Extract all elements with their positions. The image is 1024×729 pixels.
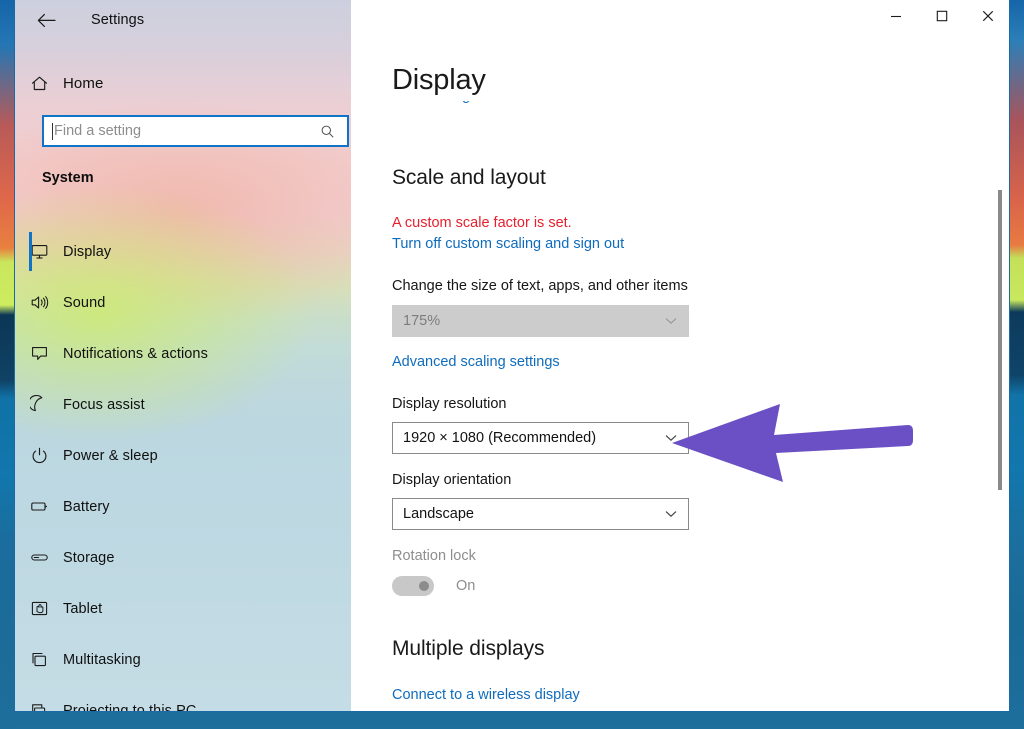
drive-icon — [15, 548, 63, 567]
sidebar-item-label: Notifications & actions — [63, 345, 208, 362]
sidebar-category-heading: System — [42, 170, 94, 186]
moon-icon — [15, 395, 63, 414]
toggle-knob — [419, 581, 429, 591]
display-orientation-value: Landscape — [403, 506, 474, 522]
chat-bubble-icon — [15, 344, 63, 363]
sidebar-item-display[interactable]: Display — [15, 226, 351, 277]
sidebar-item-focus-assist[interactable]: Focus assist — [15, 379, 351, 430]
display-resolution-value: 1920 × 1080 (Recommended) — [403, 430, 597, 446]
sidebar-item-label: Battery — [63, 498, 110, 515]
scale-label: Change the size of text, apps, and other… — [392, 278, 688, 294]
scale-dropdown[interactable]: 175% — [392, 305, 689, 337]
chevron-down-icon — [665, 317, 677, 325]
close-button[interactable] — [965, 0, 1009, 32]
maximize-button[interactable] — [919, 0, 965, 32]
display-orientation-label: Display orientation — [392, 472, 512, 488]
sidebar-item-label: Sound — [63, 294, 106, 311]
sidebar-item-projecting-to-this-pc[interactable]: Projecting to this PC — [15, 685, 351, 712]
scrollbar-thumb[interactable] — [998, 190, 1002, 490]
back-button[interactable] — [23, 4, 69, 36]
windows-stack-icon — [15, 650, 63, 669]
window-titlebar: Settings — [15, 0, 1009, 40]
rotation-lock-toggle[interactable] — [392, 576, 434, 596]
rotation-lock-label: Rotation lock — [392, 548, 476, 564]
search-caret — [52, 122, 53, 140]
monitor-icon — [15, 242, 63, 261]
sidebar-home-label: Home — [63, 74, 104, 92]
projector-icon — [15, 701, 63, 711]
selection-indicator — [29, 232, 32, 271]
window-title: Settings — [91, 12, 145, 28]
sidebar-item-multitasking[interactable]: Multitasking — [15, 634, 351, 685]
tablet-hand-icon — [15, 599, 63, 618]
display-orientation-dropdown[interactable]: Landscape — [392, 498, 689, 530]
speaker-icon — [15, 293, 63, 312]
sidebar-nav-list: Display Sound Notifications & actions Fo… — [15, 226, 351, 712]
sidebar-item-power-sleep[interactable]: Power & sleep — [15, 430, 351, 481]
sidebar-item-label: Power & sleep — [63, 447, 158, 464]
sidebar-item-label: Display — [63, 243, 112, 260]
sidebar-item-home[interactable]: Home — [15, 62, 351, 104]
sidebar-item-label: Projecting to this PC — [63, 702, 197, 712]
sidebar-item-label: Storage — [63, 549, 115, 566]
sidebar-item-battery[interactable]: Battery — [15, 481, 351, 532]
battery-icon — [15, 497, 63, 516]
display-resolution-dropdown[interactable]: 1920 × 1080 (Recommended) — [392, 422, 689, 454]
multiple-displays-heading: Multiple displays — [392, 637, 545, 660]
connect-wireless-display-link[interactable]: Connect to a wireless display — [392, 687, 580, 703]
sidebar-item-label: Focus assist — [63, 396, 145, 413]
power-icon — [15, 446, 63, 465]
sidebar-item-notifications-actions[interactable]: Notifications & actions — [15, 328, 351, 379]
chevron-down-icon — [665, 510, 677, 518]
sidebar-item-sound[interactable]: Sound — [15, 277, 351, 328]
custom-scale-warning: A custom scale factor is set. — [392, 215, 572, 231]
chevron-down-icon — [665, 434, 677, 442]
sidebar-item-label: Tablet — [63, 600, 103, 617]
sidebar-item-tablet[interactable]: Tablet — [15, 583, 351, 634]
close-icon — [982, 10, 994, 22]
content-scrollbar[interactable] — [995, 40, 1005, 700]
advanced-scaling-settings-link[interactable]: Advanced scaling settings — [392, 354, 560, 370]
settings-window: Home System Display — [14, 0, 1010, 712]
search-input[interactable] — [54, 123, 320, 139]
back-arrow-icon — [37, 13, 56, 27]
settings-content-pane: HDR settings Display Scale and layout A … — [351, 0, 1009, 711]
scale-and-layout-heading: Scale and layout — [392, 166, 546, 189]
sidebar-item-label: Multitasking — [63, 651, 141, 668]
sidebar-item-storage[interactable]: Storage — [15, 532, 351, 583]
scale-dropdown-value: 175% — [403, 313, 441, 329]
settings-sidebar: Home System Display — [15, 0, 351, 712]
turn-off-custom-scaling-link[interactable]: Turn off custom scaling and sign out — [392, 236, 624, 252]
desktop-wallpaper-edge — [0, 0, 14, 729]
page-title: Display — [392, 60, 496, 101]
display-resolution-label: Display resolution — [392, 396, 507, 412]
window-controls — [873, 0, 1009, 32]
search-icon — [320, 124, 335, 139]
maximize-icon — [936, 10, 948, 22]
minimize-icon — [891, 15, 901, 18]
search-box[interactable] — [42, 115, 349, 147]
rotation-lock-state: On — [456, 578, 476, 594]
rotation-lock-toggle-group: On — [392, 576, 475, 596]
minimize-button[interactable] — [873, 0, 919, 32]
home-icon — [15, 74, 63, 93]
